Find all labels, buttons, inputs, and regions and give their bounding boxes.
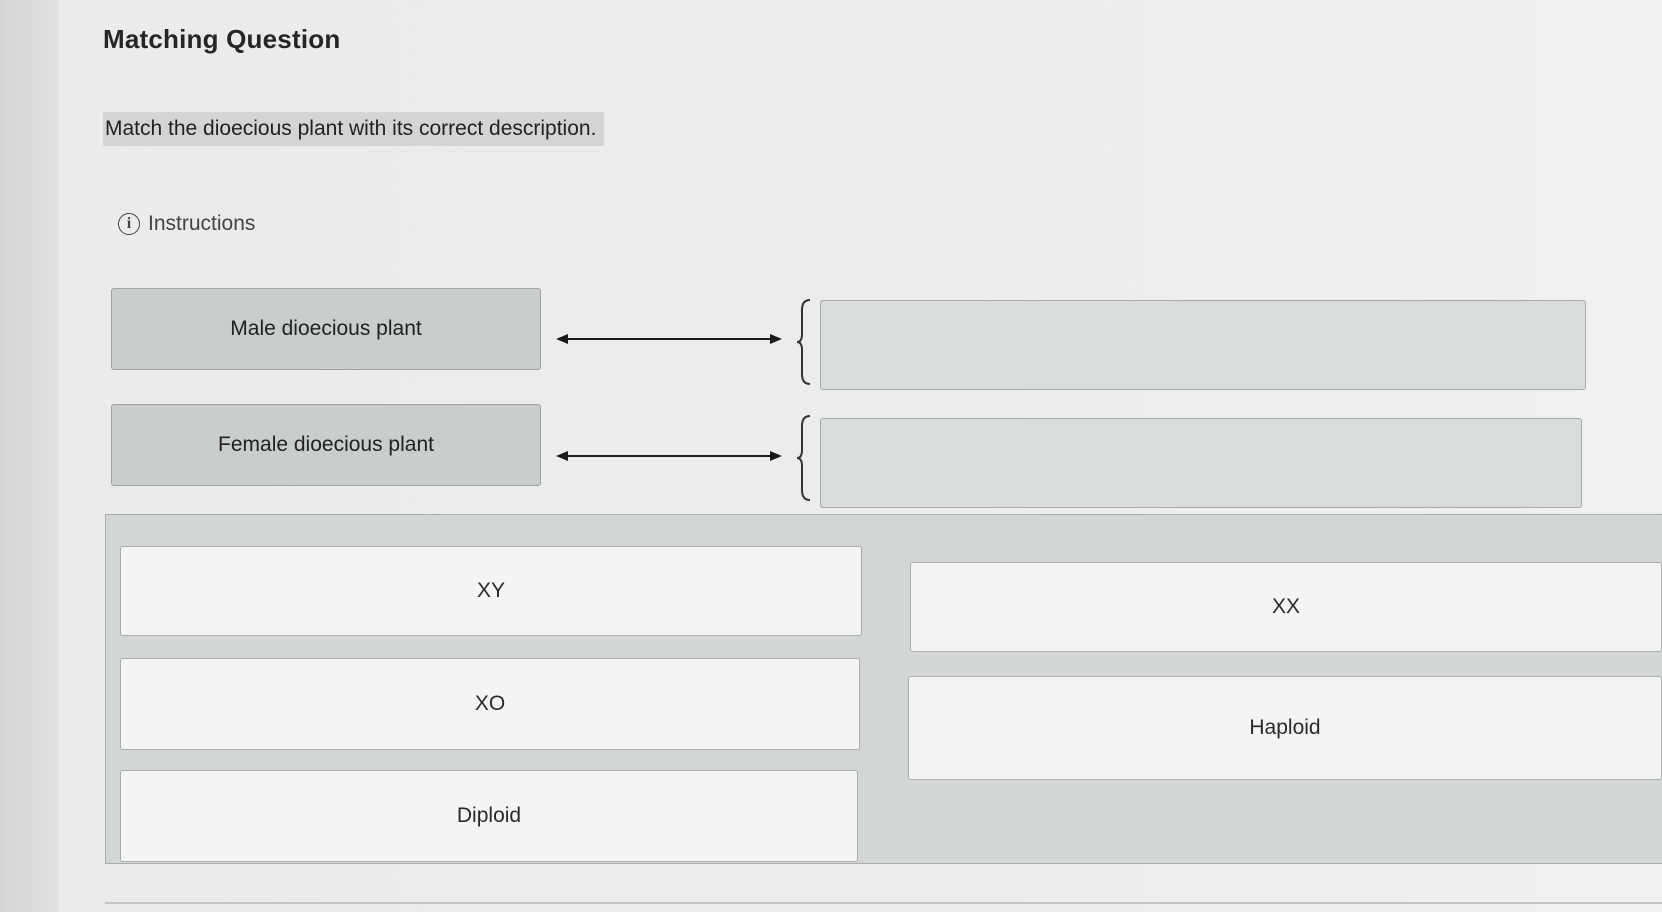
prompt-box-female: Female dioecious plant bbox=[111, 404, 541, 486]
prompt-label: Male dioecious plant bbox=[230, 317, 422, 340]
answer-drop-zone-1[interactable] bbox=[820, 300, 1586, 390]
answer-drop-zone-2[interactable] bbox=[820, 418, 1582, 508]
prompt-box-male: Male dioecious plant bbox=[111, 288, 541, 370]
choice-label: XO bbox=[474, 692, 506, 715]
choice-diploid[interactable]: Diploid bbox=[120, 770, 858, 862]
double-arrow-icon bbox=[556, 334, 782, 344]
divider bbox=[105, 902, 1662, 904]
choice-label: XX bbox=[1271, 595, 1300, 618]
brace-icon bbox=[796, 415, 811, 501]
choice-haploid[interactable]: Haploid bbox=[908, 676, 1662, 780]
instructions-label: Instructions bbox=[148, 212, 256, 235]
double-arrow-icon bbox=[556, 451, 782, 461]
brace-icon bbox=[796, 299, 811, 385]
choice-label: Haploid bbox=[1249, 716, 1321, 739]
page-edge bbox=[0, 0, 58, 912]
choice-label: XY bbox=[476, 579, 505, 602]
choice-xy[interactable]: XY bbox=[120, 546, 862, 636]
choice-xx[interactable]: XX bbox=[910, 562, 1662, 652]
instructions-toggle[interactable]: i Instructions bbox=[118, 212, 255, 236]
question-prompt: Match the dioecious plant with its corre… bbox=[103, 112, 605, 146]
question-title: Matching Question bbox=[103, 24, 341, 54]
choice-xo[interactable]: XO bbox=[120, 658, 860, 750]
prompt-label: Female dioecious plant bbox=[218, 433, 434, 456]
choice-label: Diploid bbox=[456, 804, 522, 827]
info-icon: i bbox=[118, 213, 140, 235]
